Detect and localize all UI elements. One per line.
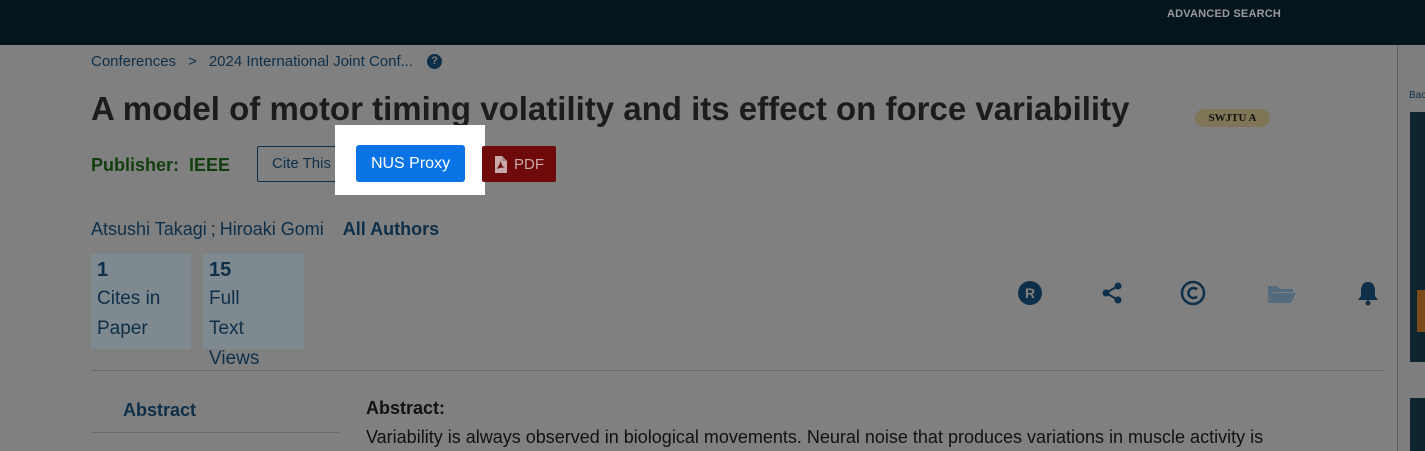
section-divider <box>91 370 1384 371</box>
breadcrumb-conference[interactable]: 2024 International Joint Conf... <box>209 53 413 70</box>
author-link[interactable]: Atsushi Takagi <box>91 219 207 239</box>
authors-list: Atsushi Takagi; Hiroaki Gomi All Authors <box>91 219 439 240</box>
top-navigation-bar: ADVANCED SEARCH <box>0 0 1425 45</box>
breadcrumb-separator: > <box>188 53 197 70</box>
cites-label: Cites in Paper <box>97 288 161 339</box>
rights-r-icon[interactable]: R <box>1017 280 1043 306</box>
abstract-heading: Abstract: <box>366 398 446 418</box>
copyright-icon[interactable] <box>1180 280 1206 306</box>
views-count: 15 <box>209 259 232 281</box>
side-panel-block-lower <box>1410 398 1425 451</box>
cites-metric[interactable]: 1 Cites in Paper <box>91 254 191 349</box>
publisher-label: Publisher: <box>91 155 180 175</box>
share-icon[interactable] <box>1099 280 1125 306</box>
pdf-button[interactable]: PDF <box>482 146 556 182</box>
author-separator: ; <box>210 219 216 239</box>
side-panel-accent <box>1417 290 1425 332</box>
publisher-name: IEEE <box>189 155 231 175</box>
breadcrumb-conferences[interactable]: Conferences <box>91 53 176 70</box>
pdf-file-icon <box>495 155 507 173</box>
side-panel-label[interactable]: Bac <box>1409 90 1425 101</box>
views-label: Full Text Views <box>209 288 260 369</box>
pdf-label: PDF <box>514 155 544 173</box>
advanced-search-link[interactable]: ADVANCED SEARCH <box>1167 8 1281 20</box>
abstract-tab-underline <box>91 432 339 433</box>
svg-text:R: R <box>1025 285 1035 301</box>
views-metric[interactable]: 15 Full Text Views <box>203 254 304 369</box>
author-link[interactable]: Hiroaki Gomi <box>220 219 324 239</box>
cites-count: 1 <box>97 259 109 281</box>
abstract-tab[interactable]: Abstract <box>123 400 196 421</box>
publisher: Publisher: IEEE <box>91 155 230 176</box>
folder-icon[interactable] <box>1267 280 1297 306</box>
breadcrumb: Conferences > 2024 International Joint C… <box>91 53 443 70</box>
journal-rank-badge: SWJTU A <box>1195 109 1270 127</box>
nus-proxy-button[interactable]: NUS Proxy <box>356 145 465 182</box>
cite-this-button[interactable]: Cite This <box>257 146 346 182</box>
page-title: A model of motor timing volatility and i… <box>91 90 1130 127</box>
all-authors-link[interactable]: All Authors <box>343 219 439 239</box>
abstract-text: Variability is always observed in biolog… <box>366 427 1264 447</box>
question-circle-icon[interactable]: ? <box>427 54 443 69</box>
bell-icon[interactable] <box>1355 280 1381 306</box>
